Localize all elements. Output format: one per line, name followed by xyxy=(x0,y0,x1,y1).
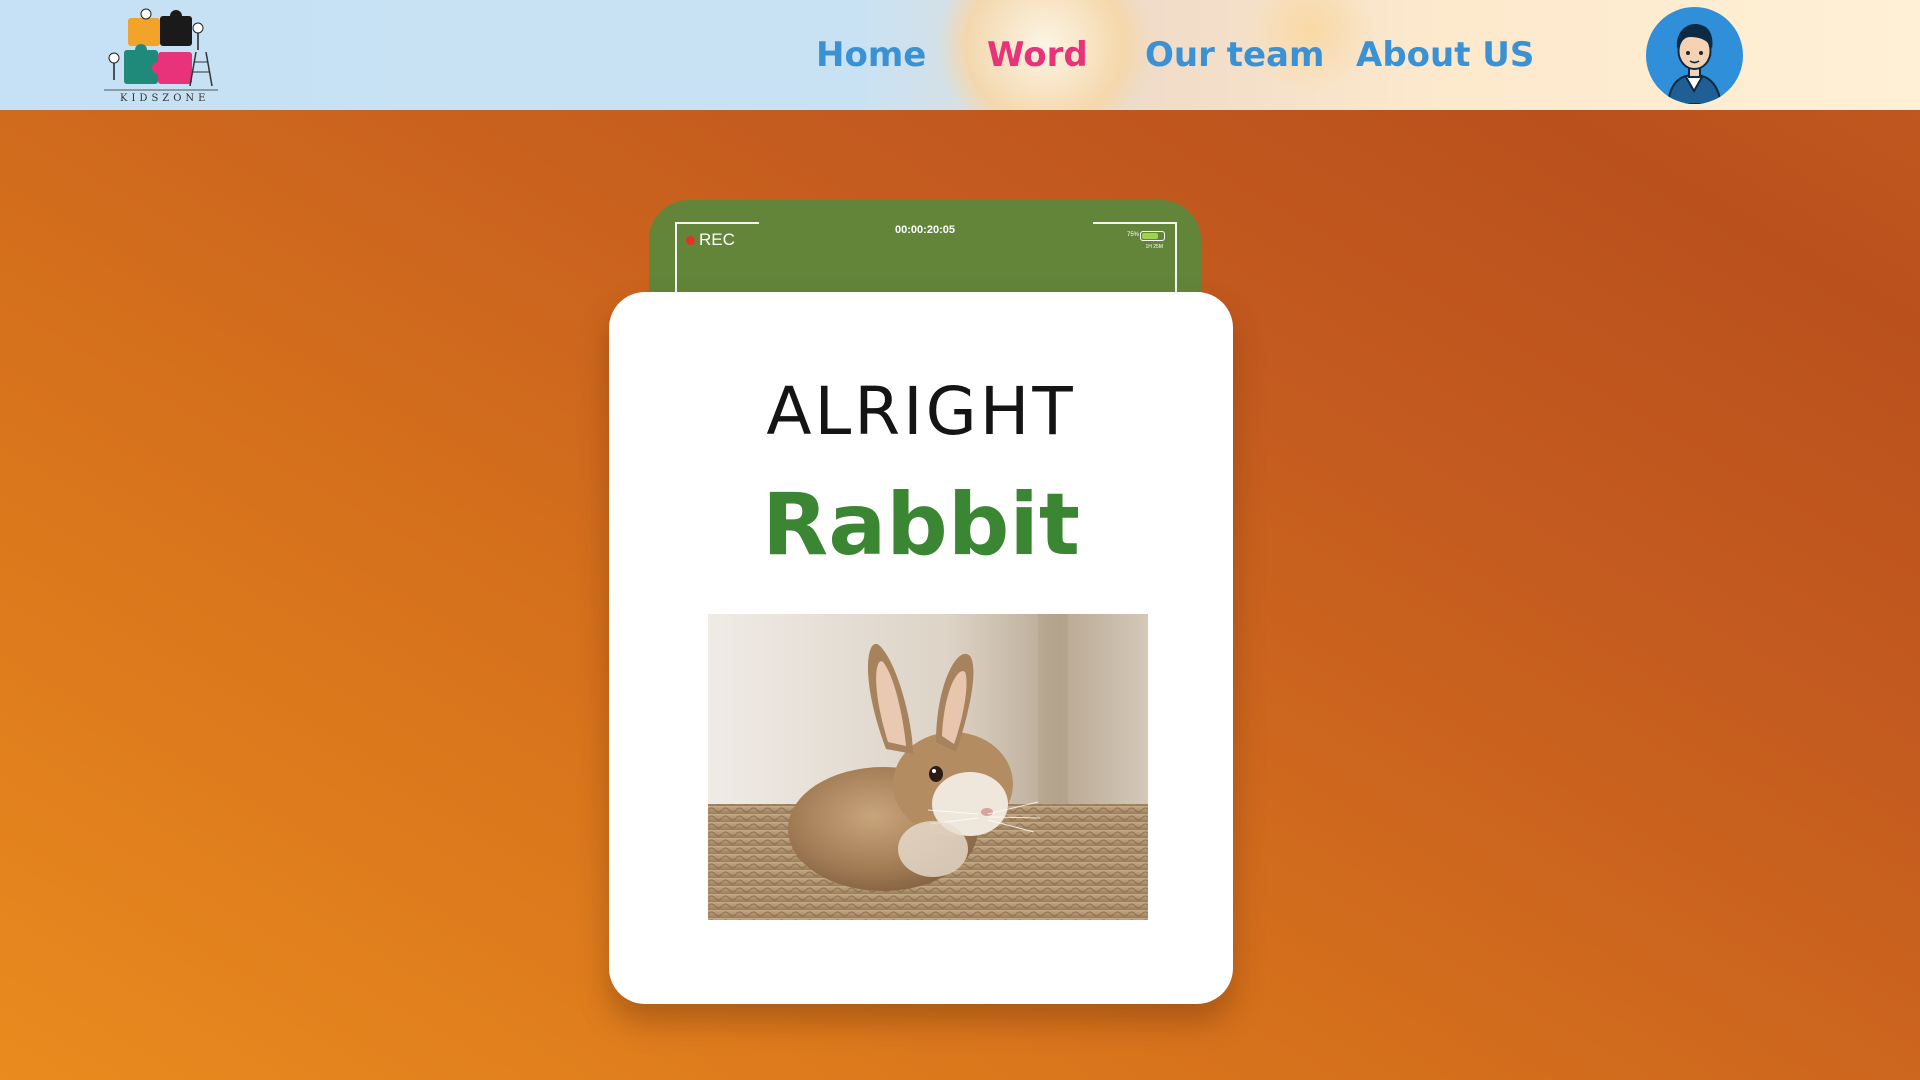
logo-wordmark: KIDSZONE xyxy=(120,93,210,104)
nav-home[interactable]: Home xyxy=(816,30,926,80)
header-bar: KIDSZONE Home Word Our team About US xyxy=(0,0,1920,110)
nav-our-team[interactable]: Our team xyxy=(1145,30,1324,80)
user-avatar-icon xyxy=(1666,24,1723,104)
nav-about-us[interactable]: About US xyxy=(1356,30,1534,80)
battery-icon xyxy=(1140,231,1165,241)
nav-word[interactable]: Word xyxy=(987,30,1088,80)
rabbit-photo xyxy=(708,614,1148,920)
battery-time: 1H 25M xyxy=(1145,244,1163,250)
battery-percent: 75% xyxy=(1126,232,1139,238)
user-avatar[interactable] xyxy=(1646,7,1743,104)
kidszone-logo[interactable] xyxy=(100,6,222,106)
record-dot-icon xyxy=(686,236,695,245)
word-title: Rabbit xyxy=(762,475,1080,575)
timecode: 00:00:20:05 xyxy=(895,224,955,236)
word-prefix: ALRIGHT xyxy=(766,373,1076,450)
word-card: ALRIGHT Rabbit xyxy=(609,292,1233,1004)
